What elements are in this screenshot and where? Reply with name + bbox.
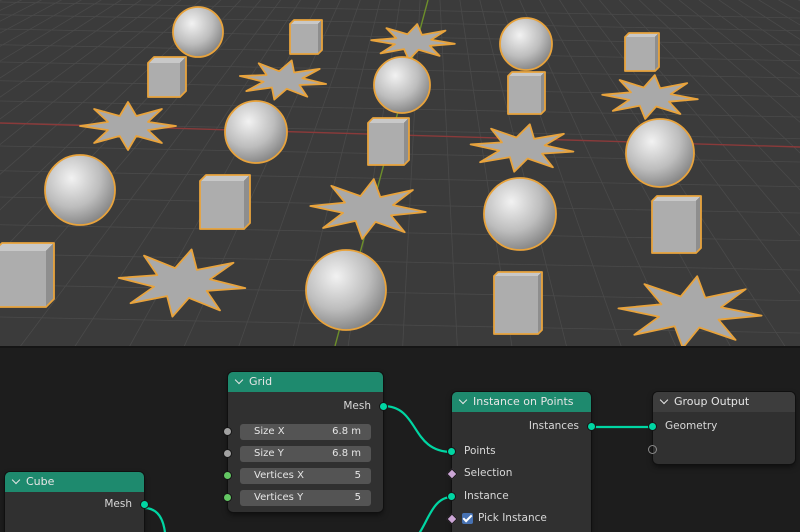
cube-instance[interactable]: [651, 195, 702, 254]
star-instance[interactable]: [370, 23, 456, 61]
sphere-instance[interactable]: [224, 100, 288, 164]
group-output-node[interactable]: Group Output Geometry: [649, 392, 795, 464]
cube-node-title: Cube: [26, 475, 55, 488]
chevron-down-icon[interactable]: [234, 375, 244, 385]
cube-instance[interactable]: [367, 117, 410, 166]
cube-instance[interactable]: [289, 19, 323, 55]
grid-node[interactable]: Grid Mesh Size X 6.8 m Size Y 6.8 m Vert…: [224, 372, 387, 512]
chevron-down-icon[interactable]: [458, 395, 468, 405]
grid-vertices-x-socket[interactable]: [224, 472, 231, 479]
3d-viewport[interactable]: [0, 0, 800, 346]
grid-size-x-label: Size X: [254, 426, 285, 437]
grid-mesh-output-socket[interactable]: [380, 403, 387, 410]
instance-on-points-title: Instance on Points: [473, 395, 574, 408]
iop-points-socket[interactable]: [448, 448, 455, 455]
cube-output-mesh: Mesh: [104, 498, 132, 510]
group-output-header[interactable]: Group Output: [653, 392, 795, 412]
grid-node-title: Grid: [249, 375, 273, 388]
group-output-geometry-socket[interactable]: [649, 423, 656, 430]
sphere-instance[interactable]: [625, 118, 695, 188]
grid-size-x-socket[interactable]: [224, 428, 231, 435]
iop-instances-output-socket[interactable]: [588, 423, 595, 430]
iop-pick-instance-label: Pick Instance: [478, 512, 547, 524]
instance-on-points-node[interactable]: Instance on Points Instances Points Sele…: [446, 392, 595, 532]
link-cube-to-instance: [143, 506, 166, 532]
cube-instance[interactable]: [507, 71, 546, 115]
star-instance[interactable]: [617, 275, 763, 346]
grid-size-y-value: 6.8 m: [332, 448, 361, 459]
iop-input-points: Points: [464, 445, 496, 457]
link-cube-to-instance-2: [418, 495, 453, 532]
iop-input-instance: Instance: [464, 490, 509, 502]
star-instance[interactable]: [79, 101, 177, 151]
grid-size-y-field[interactable]: Size Y 6.8 m: [240, 446, 371, 462]
cube-node[interactable]: Cube Mesh: [5, 472, 148, 532]
cube-node-header[interactable]: Cube: [5, 472, 144, 492]
grid-line: [0, 1, 800, 19]
iop-output-instances: Instances: [528, 420, 579, 432]
grid-vertices-x-field[interactable]: Vertices X 5: [240, 468, 371, 484]
grid-size-y-socket[interactable]: [224, 450, 231, 457]
grid-vertices-y-field[interactable]: Vertices Y 5: [240, 490, 371, 506]
grid-node-header[interactable]: Grid: [228, 372, 383, 392]
grid-size-x-field[interactable]: Size X 6.8 m: [240, 424, 371, 440]
grid-vertices-y-value: 5: [354, 492, 361, 503]
viewport-scene: [0, 0, 800, 346]
cube-instance[interactable]: [147, 56, 187, 98]
iop-instance-socket[interactable]: [448, 493, 455, 500]
chevron-down-icon[interactable]: [11, 475, 21, 485]
instance-on-points-header[interactable]: Instance on Points: [452, 392, 591, 412]
node-editor[interactable]: Grid Mesh Size X 6.8 m Size Y 6.8 m Vert…: [0, 348, 800, 532]
star-instance[interactable]: [117, 248, 247, 318]
group-output-title: Group Output: [674, 395, 750, 408]
sphere-instance[interactable]: [44, 154, 116, 226]
group-output-input-geometry: Geometry: [665, 420, 718, 432]
sphere-instance[interactable]: [172, 6, 224, 58]
grid-vertices-y-socket[interactable]: [224, 494, 231, 501]
star-instance[interactable]: [601, 74, 699, 120]
cube-instance[interactable]: [624, 32, 660, 72]
checkbox-checked-icon[interactable]: [462, 513, 473, 524]
grid-line: [0, 14, 800, 32]
grid-vertices-x-label: Vertices X: [254, 470, 304, 481]
link-grid-to-points: [382, 404, 453, 454]
grid-vertices-y-label: Vertices Y: [254, 492, 304, 503]
grid-size-x-value: 6.8 m: [332, 426, 361, 437]
group-output-empty-socket[interactable]: [649, 446, 656, 453]
cube-mesh-output-socket[interactable]: [141, 501, 148, 508]
sphere-instance[interactable]: [483, 177, 557, 251]
cube-instance[interactable]: [199, 174, 251, 230]
sphere-instance[interactable]: [499, 17, 553, 71]
grid-output-mesh: Mesh: [343, 400, 371, 412]
grid-vertices-x-value: 5: [354, 470, 361, 481]
chevron-down-icon[interactable]: [659, 395, 669, 405]
iop-input-selection: Selection: [464, 467, 513, 479]
sphere-instance[interactable]: [373, 56, 431, 114]
star-instance[interactable]: [238, 59, 328, 101]
grid-line: [0, 253, 800, 271]
sphere-instance[interactable]: [305, 249, 387, 331]
cube-instance[interactable]: [493, 271, 543, 335]
grid-size-y-label: Size Y: [254, 448, 284, 459]
cube-instance[interactable]: [0, 242, 55, 308]
star-instance[interactable]: [469, 123, 575, 173]
